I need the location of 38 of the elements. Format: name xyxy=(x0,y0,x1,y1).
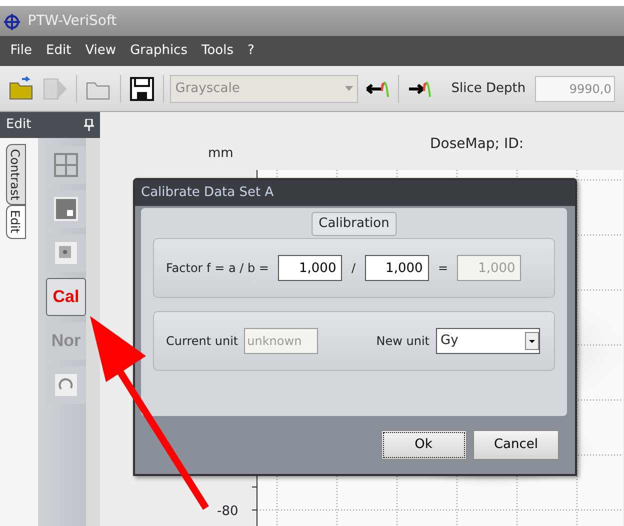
input-field[interactable]: 1,000 xyxy=(364,255,429,281)
menu-item[interactable]: Graphics xyxy=(123,41,194,61)
dialog-button[interactable]: Cancel xyxy=(473,430,559,460)
caret-icon xyxy=(524,332,538,350)
target-icon xyxy=(52,239,80,267)
square-icon xyxy=(52,195,80,223)
group-title: Calibration xyxy=(312,212,396,236)
pin-icon[interactable] xyxy=(84,119,94,131)
new-unit-label: New unit xyxy=(376,333,430,350)
equals-sign: = xyxy=(438,260,448,277)
tool-button[interactable] xyxy=(46,366,86,404)
refresh-icon xyxy=(52,371,80,399)
open-folder-icon xyxy=(8,74,36,102)
dialog-button[interactable]: Ok xyxy=(380,430,466,460)
menu-item[interactable]: File xyxy=(3,41,40,61)
factor-label: Factor f = a / b = xyxy=(166,260,269,277)
unit-dropdown[interactable]: Gy xyxy=(436,328,540,354)
dialog-title: Calibrate Data Set A xyxy=(135,180,575,206)
axis-unit-label: mm xyxy=(208,145,234,163)
menu-item[interactable]: ? xyxy=(240,41,262,61)
menu-item[interactable]: Tools xyxy=(194,41,241,61)
axis-tick-label: -80 xyxy=(217,503,238,521)
plot-title: DoseMap; ID: xyxy=(430,135,524,154)
app-logo-icon xyxy=(3,12,22,30)
slice-depth-label: Slice Depth xyxy=(451,80,526,98)
side-tab[interactable]: Contrast xyxy=(6,144,26,206)
save-icon xyxy=(128,74,156,102)
tool-button[interactable] xyxy=(46,190,86,228)
input-field[interactable]: 1,000 xyxy=(278,255,342,281)
menu-item[interactable]: Edit xyxy=(39,41,78,61)
side-tab[interactable]: Edit xyxy=(6,205,26,239)
current-unit-label: Current unit xyxy=(166,333,238,350)
window-title: PTW-VeriSoft xyxy=(28,12,117,30)
divide-sign: / xyxy=(351,260,356,277)
grid-icon xyxy=(52,151,80,179)
panel-title: Edit xyxy=(6,116,32,134)
menu-item[interactable]: View xyxy=(78,41,124,61)
caret-icon xyxy=(345,86,354,92)
